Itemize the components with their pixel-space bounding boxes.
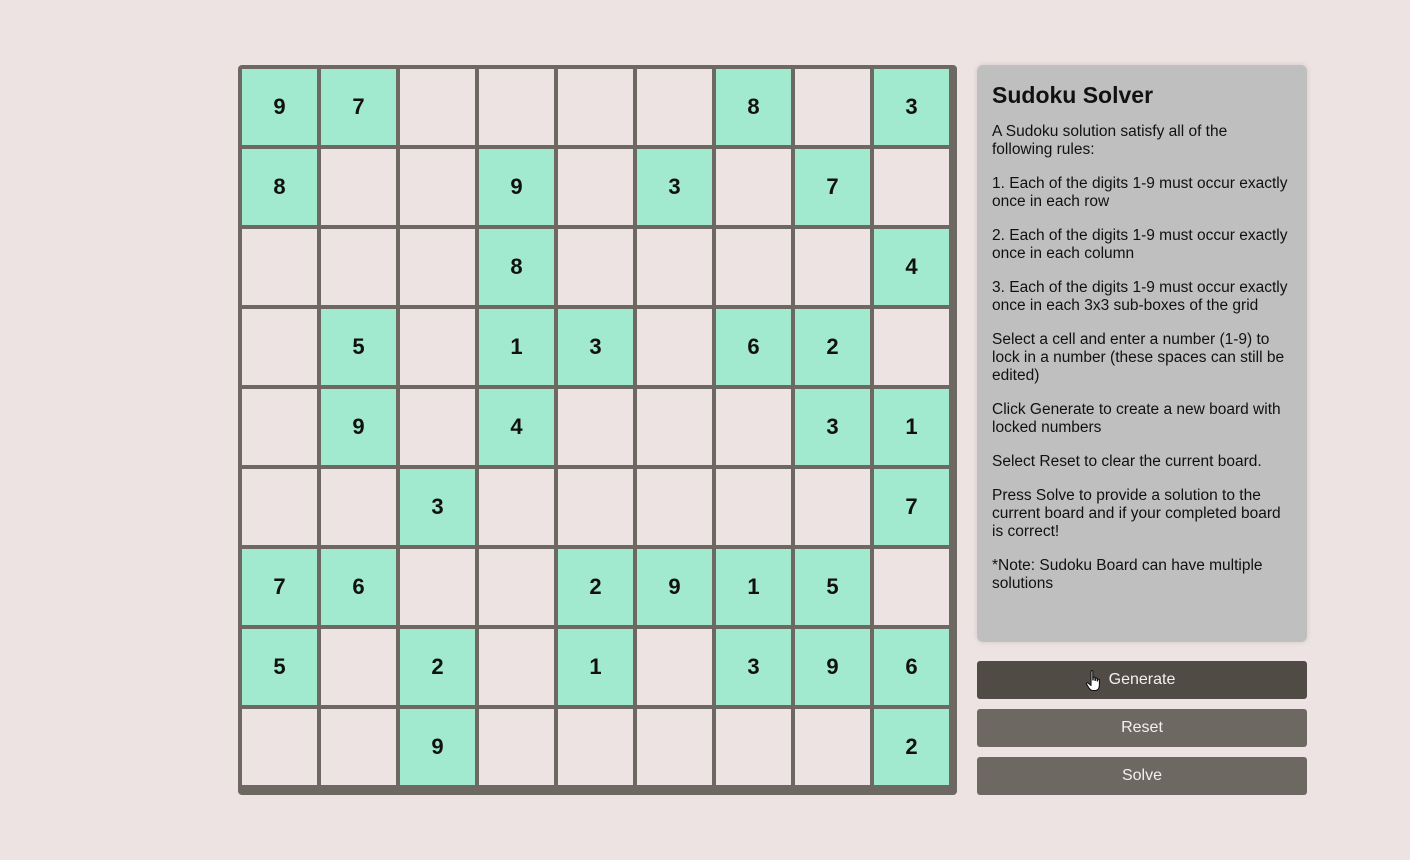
sudoku-cell[interactable]: [479, 629, 554, 705]
sudoku-cell[interactable]: [795, 229, 870, 305]
sudoku-cell[interactable]: [321, 629, 396, 705]
sudoku-cell[interactable]: 9: [400, 709, 475, 785]
sudoku-cell[interactable]: 9: [479, 149, 554, 225]
sudoku-cell[interactable]: [874, 149, 949, 225]
sudoku-cell[interactable]: 3: [637, 149, 712, 225]
sudoku-cell[interactable]: 7: [874, 469, 949, 545]
sudoku-cell[interactable]: [400, 69, 475, 145]
sudoku-cell[interactable]: [637, 69, 712, 145]
sudoku-cell[interactable]: [558, 469, 633, 545]
sudoku-cell[interactable]: 9: [795, 629, 870, 705]
sudoku-cell[interactable]: 7: [321, 69, 396, 145]
sudoku-cell[interactable]: 9: [321, 389, 396, 465]
sudoku-cell[interactable]: [874, 309, 949, 385]
sudoku-cell[interactable]: [795, 69, 870, 145]
sudoku-cell[interactable]: [558, 69, 633, 145]
sudoku-cell[interactable]: [242, 709, 317, 785]
sudoku-cell[interactable]: 3: [874, 69, 949, 145]
sudoku-cell[interactable]: 1: [716, 549, 791, 625]
sudoku-cell[interactable]: [558, 709, 633, 785]
sudoku-cell[interactable]: [321, 149, 396, 225]
instruction-text: 2. Each of the digits 1-9 must occur exa…: [992, 227, 1288, 262]
sudoku-board: 97838937845136294313776291552139692: [238, 65, 957, 795]
instruction-text: 1. Each of the digits 1-9 must occur exa…: [992, 175, 1288, 210]
sudoku-cell[interactable]: [558, 389, 633, 465]
sudoku-cell[interactable]: [716, 229, 791, 305]
sudoku-cell[interactable]: [637, 229, 712, 305]
sudoku-cell[interactable]: 9: [242, 69, 317, 145]
instruction-text: Click Generate to create a new board wit…: [992, 401, 1281, 436]
instruction-text: 3. Each of the digits 1-9 must occur exa…: [992, 279, 1288, 314]
sudoku-cell[interactable]: [242, 389, 317, 465]
sudoku-cell[interactable]: [242, 229, 317, 305]
sudoku-cell[interactable]: 7: [242, 549, 317, 625]
sudoku-cell[interactable]: [795, 709, 870, 785]
sudoku-cell[interactable]: [637, 389, 712, 465]
sudoku-cell[interactable]: [479, 69, 554, 145]
instructions-panel: Sudoku Solver A Sudoku solution satisfy …: [977, 65, 1307, 642]
sudoku-cell[interactable]: 2: [558, 549, 633, 625]
sudoku-cell[interactable]: 3: [795, 389, 870, 465]
sudoku-cell[interactable]: [400, 149, 475, 225]
sudoku-cell[interactable]: [637, 709, 712, 785]
sudoku-cell[interactable]: 4: [874, 229, 949, 305]
sudoku-cell[interactable]: 1: [874, 389, 949, 465]
sudoku-cell[interactable]: [242, 469, 317, 545]
instruction-text: *Note: Sudoku Board can have multiple so…: [992, 557, 1263, 592]
sudoku-cell[interactable]: [400, 309, 475, 385]
sudoku-cell[interactable]: [400, 229, 475, 305]
sudoku-cell[interactable]: 5: [795, 549, 870, 625]
page-title: Sudoku Solver: [992, 82, 1154, 108]
sudoku-cell[interactable]: [321, 469, 396, 545]
sudoku-cell[interactable]: [716, 469, 791, 545]
instruction-text: A Sudoku solution satisfy all of the fol…: [992, 123, 1228, 158]
sudoku-cell[interactable]: 6: [716, 309, 791, 385]
sudoku-cell[interactable]: [716, 389, 791, 465]
sudoku-cell[interactable]: [716, 709, 791, 785]
instruction-text: Select a cell and enter a number (1-9) t…: [992, 331, 1285, 384]
instruction-text: Select Reset to clear the current board.: [992, 453, 1262, 470]
sudoku-cell[interactable]: [637, 469, 712, 545]
instruction-text: Press Solve to provide a solution to the…: [992, 487, 1281, 540]
sudoku-cell[interactable]: 5: [242, 629, 317, 705]
sudoku-cell[interactable]: [321, 229, 396, 305]
sudoku-cell[interactable]: [558, 229, 633, 305]
sudoku-cell[interactable]: [558, 149, 633, 225]
sudoku-cell[interactable]: 6: [321, 549, 396, 625]
sudoku-cell[interactable]: 7: [795, 149, 870, 225]
sudoku-cell[interactable]: 3: [716, 629, 791, 705]
sudoku-cell[interactable]: 1: [479, 309, 554, 385]
sudoku-cell[interactable]: [479, 709, 554, 785]
sudoku-cell[interactable]: 9: [637, 549, 712, 625]
sudoku-cell[interactable]: [716, 149, 791, 225]
sudoku-cell[interactable]: [637, 309, 712, 385]
sudoku-cell[interactable]: 6: [874, 629, 949, 705]
sudoku-cell[interactable]: [400, 389, 475, 465]
sudoku-cell[interactable]: [479, 549, 554, 625]
sudoku-cell[interactable]: 8: [479, 229, 554, 305]
sudoku-cell[interactable]: 2: [795, 309, 870, 385]
sudoku-cell[interactable]: 3: [400, 469, 475, 545]
sudoku-cell[interactable]: [637, 629, 712, 705]
solve-button[interactable]: Solve: [977, 757, 1307, 795]
sudoku-cell[interactable]: 4: [479, 389, 554, 465]
sudoku-cell[interactable]: 3: [558, 309, 633, 385]
sudoku-cell[interactable]: 8: [716, 69, 791, 145]
sudoku-cell[interactable]: [242, 309, 317, 385]
sudoku-cell[interactable]: [400, 549, 475, 625]
sudoku-cell[interactable]: 1: [558, 629, 633, 705]
generate-button[interactable]: Generate: [977, 661, 1307, 699]
sudoku-cell[interactable]: 5: [321, 309, 396, 385]
sudoku-cell[interactable]: [479, 469, 554, 545]
sudoku-cell[interactable]: [795, 469, 870, 545]
sudoku-cell[interactable]: 8: [242, 149, 317, 225]
sudoku-cell[interactable]: [874, 549, 949, 625]
sudoku-cell[interactable]: 2: [400, 629, 475, 705]
sudoku-cell[interactable]: [321, 709, 396, 785]
sudoku-cell[interactable]: 2: [874, 709, 949, 785]
reset-button[interactable]: Reset: [977, 709, 1307, 747]
